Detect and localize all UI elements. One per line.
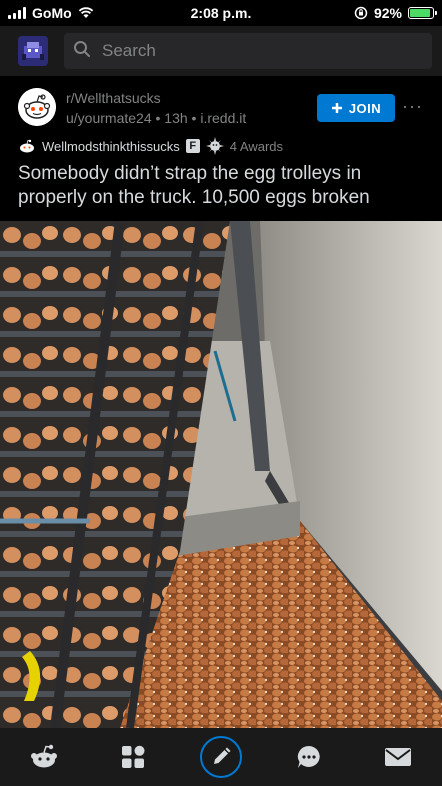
status-bar: GoMo 2:08 p.m. 92% xyxy=(0,0,442,26)
tab-chat[interactable] xyxy=(287,735,331,779)
post-age: 13h xyxy=(164,110,188,126)
post-header: r/Wellthatsucks u/yourmate24 • 13h • i.r… xyxy=(0,76,442,220)
join-button[interactable]: JOIN xyxy=(317,94,395,122)
tab-communities[interactable] xyxy=(111,735,155,779)
subreddit-avatar-icon xyxy=(18,88,56,126)
chat-icon xyxy=(297,745,320,768)
avatar-icon xyxy=(18,36,48,66)
battery-fill xyxy=(410,9,431,17)
post-domain[interactable]: i.redd.it xyxy=(200,110,246,126)
search-input[interactable] xyxy=(100,40,404,62)
meta-separator: • xyxy=(155,110,165,126)
top-header xyxy=(0,26,442,76)
tab-create-post[interactable] xyxy=(199,736,242,778)
join-label: JOIN xyxy=(348,100,382,116)
mail-icon xyxy=(384,748,411,766)
orientation-lock-icon xyxy=(354,6,368,20)
search-icon xyxy=(64,40,100,63)
user-avatar[interactable] xyxy=(18,36,48,66)
pencil-icon xyxy=(213,747,231,764)
communities-icon xyxy=(122,745,145,768)
battery-icon xyxy=(408,7,437,19)
tab-home[interactable] xyxy=(22,735,66,779)
tab-inbox[interactable] xyxy=(376,735,420,779)
post-author[interactable]: u/yourmate24 xyxy=(66,110,152,126)
more-options-icon[interactable]: ··· xyxy=(402,96,423,117)
subreddit-name[interactable]: r/Wellthatsucks xyxy=(66,90,161,106)
awards-count[interactable]: 4 Awards xyxy=(230,139,283,154)
post-title[interactable]: Somebody didn’t strap the egg trolleys i… xyxy=(18,162,428,210)
battery-percent: 92% xyxy=(373,5,402,21)
f-award-icon: F xyxy=(185,139,200,153)
award-icon xyxy=(205,137,224,155)
plus-icon xyxy=(331,103,342,113)
post-image[interactable] xyxy=(0,221,442,728)
post-meta: u/yourmate24 • 13h • i.redd.it xyxy=(66,110,246,126)
flair-row: Wellmodsthinkthissucks F 4 Awards xyxy=(18,137,283,155)
search-bar[interactable] xyxy=(64,33,432,69)
post-flair[interactable]: Wellmodsthinkthissucks xyxy=(42,139,180,154)
snoo-flair-icon xyxy=(20,139,34,153)
reddit-snoo-icon xyxy=(31,744,58,768)
bottom-tab-bar xyxy=(0,728,442,786)
broken-eggs-photo xyxy=(0,221,442,728)
subreddit-icon[interactable] xyxy=(18,88,56,126)
